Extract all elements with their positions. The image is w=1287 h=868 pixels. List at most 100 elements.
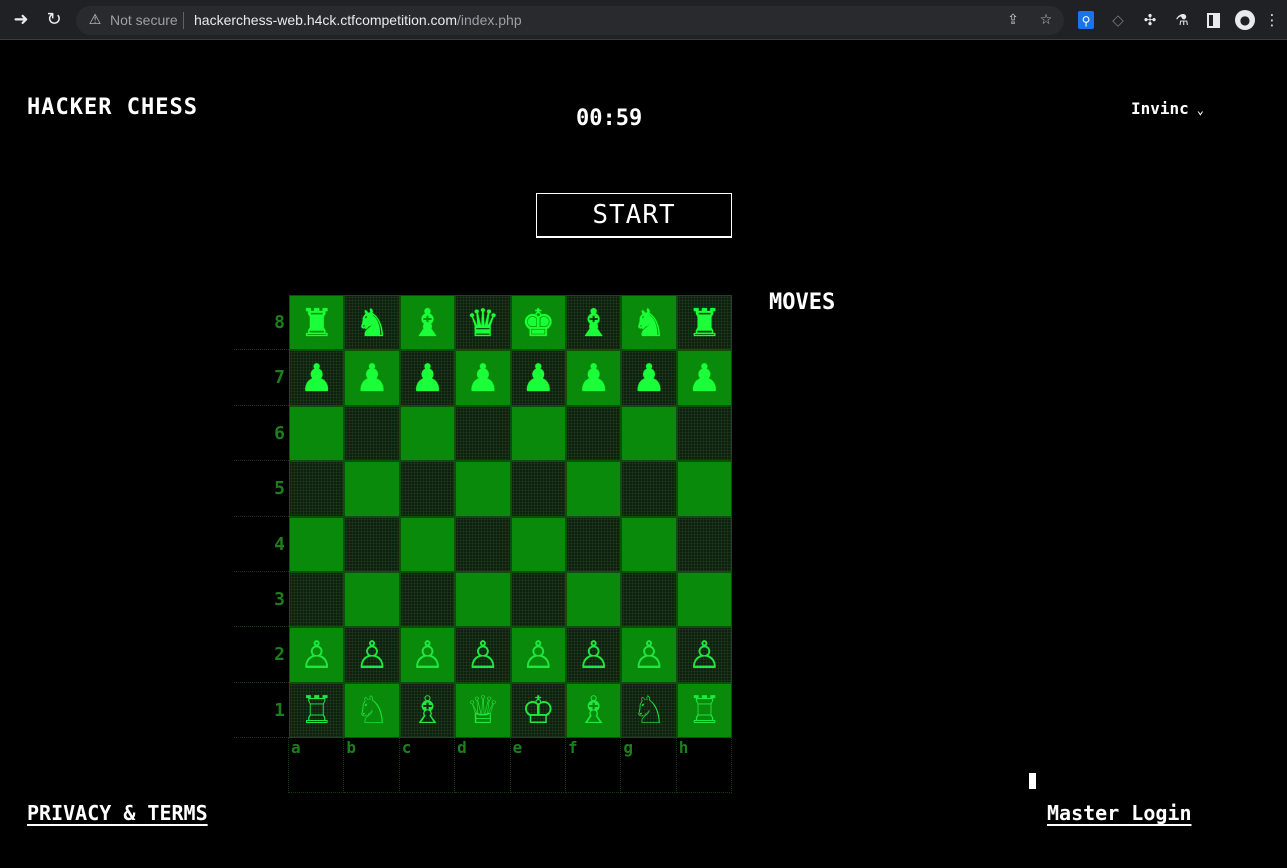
- extension-diamond-icon[interactable]: ◇: [1108, 10, 1128, 30]
- square-a2[interactable]: ♙: [289, 627, 345, 683]
- white-pawn-icon[interactable]: ♙: [300, 636, 334, 674]
- share-icon[interactable]: ⇪: [1004, 11, 1022, 29]
- square-e6[interactable]: [510, 405, 566, 462]
- white-pawn-icon[interactable]: ♙: [466, 636, 500, 674]
- square-b2[interactable]: ♙: [344, 627, 400, 683]
- white-pawn-icon[interactable]: ♙: [687, 636, 721, 674]
- black-pawn-icon[interactable]: ♟: [300, 359, 334, 397]
- square-g3[interactable]: [621, 571, 677, 628]
- reload-icon[interactable]: ↻: [42, 8, 66, 32]
- square-d4[interactable]: [455, 516, 511, 572]
- white-king-icon[interactable]: ♔: [521, 691, 555, 729]
- white-pawn-icon[interactable]: ♙: [577, 636, 611, 674]
- square-g1[interactable]: ♘: [621, 682, 677, 739]
- square-d1[interactable]: ♕: [455, 682, 511, 739]
- square-b8[interactable]: ♞: [344, 295, 400, 351]
- square-a8[interactable]: ♜: [289, 295, 345, 351]
- square-e3[interactable]: [510, 571, 566, 628]
- square-c2[interactable]: ♙: [399, 627, 456, 683]
- square-h3[interactable]: [676, 571, 733, 628]
- square-e4[interactable]: [510, 516, 566, 572]
- white-pawn-icon[interactable]: ♙: [355, 636, 389, 674]
- square-g5[interactable]: [621, 461, 677, 517]
- user-menu[interactable]: Invinc ⌄: [1131, 99, 1204, 118]
- square-h5[interactable]: [676, 461, 733, 517]
- square-f5[interactable]: [565, 461, 622, 517]
- privacy-terms-link[interactable]: PRIVACY & TERMS: [27, 801, 208, 825]
- square-c5[interactable]: [399, 461, 456, 517]
- square-e7[interactable]: ♟: [510, 350, 566, 406]
- square-e5[interactable]: [510, 461, 566, 517]
- start-button[interactable]: START: [536, 193, 732, 238]
- black-king-icon[interactable]: ♚: [521, 304, 555, 342]
- extension-icon[interactable]: ⚲: [1078, 11, 1094, 29]
- square-e2[interactable]: ♙: [510, 627, 566, 683]
- square-d5[interactable]: [455, 461, 511, 517]
- square-f3[interactable]: [565, 571, 622, 628]
- square-c8[interactable]: ♝: [399, 295, 456, 351]
- black-bishop-icon[interactable]: ♝: [577, 304, 611, 342]
- black-pawn-icon[interactable]: ♟: [577, 359, 611, 397]
- black-rook-icon[interactable]: ♜: [300, 304, 334, 342]
- square-a5[interactable]: [289, 461, 345, 517]
- square-d2[interactable]: ♙: [455, 627, 511, 683]
- square-g4[interactable]: [621, 516, 677, 572]
- square-f2[interactable]: ♙: [565, 627, 622, 683]
- bookmark-star-icon[interactable]: ☆: [1037, 11, 1055, 29]
- square-a6[interactable]: [289, 405, 345, 462]
- black-knight-icon[interactable]: ♞: [355, 304, 389, 342]
- square-f6[interactable]: [565, 405, 622, 462]
- menu-kebab-icon[interactable]: ⋮: [1262, 10, 1282, 30]
- square-d7[interactable]: ♟: [455, 350, 511, 406]
- address-bar[interactable]: ⚠ Not secure hackerchess-web.h4ck.ctfcom…: [76, 6, 1064, 35]
- white-rook-icon[interactable]: ♖: [687, 691, 721, 729]
- square-d3[interactable]: [455, 571, 511, 628]
- square-h4[interactable]: [676, 516, 733, 572]
- white-bishop-icon[interactable]: ♗: [577, 691, 611, 729]
- black-pawn-icon[interactable]: ♟: [521, 359, 555, 397]
- labs-flask-icon[interactable]: ⚗: [1172, 10, 1192, 30]
- black-pawn-icon[interactable]: ♟: [632, 359, 666, 397]
- black-bishop-icon[interactable]: ♝: [410, 304, 444, 342]
- square-b7[interactable]: ♟: [344, 350, 400, 406]
- white-pawn-icon[interactable]: ♙: [410, 636, 444, 674]
- square-c4[interactable]: [399, 516, 456, 572]
- forward-arrow-icon[interactable]: ➜: [9, 8, 33, 32]
- square-a3[interactable]: [289, 571, 345, 628]
- square-e8[interactable]: ♚: [510, 295, 566, 351]
- square-c6[interactable]: [399, 405, 456, 462]
- square-h6[interactable]: [676, 405, 733, 462]
- black-pawn-icon[interactable]: ♟: [466, 359, 500, 397]
- square-a1[interactable]: ♖: [289, 682, 345, 739]
- side-panel-icon[interactable]: [1207, 13, 1220, 28]
- square-e1[interactable]: ♔: [510, 682, 566, 739]
- square-h7[interactable]: ♟: [676, 350, 733, 406]
- white-knight-icon[interactable]: ♘: [632, 691, 666, 729]
- white-rook-icon[interactable]: ♖: [300, 691, 334, 729]
- black-pawn-icon[interactable]: ♟: [687, 359, 721, 397]
- white-pawn-icon[interactable]: ♙: [632, 636, 666, 674]
- square-a4[interactable]: [289, 516, 345, 572]
- square-f7[interactable]: ♟: [565, 350, 622, 406]
- square-g7[interactable]: ♟: [621, 350, 677, 406]
- square-g8[interactable]: ♞: [621, 295, 677, 351]
- square-g2[interactable]: ♙: [621, 627, 677, 683]
- security-label[interactable]: Not secure: [110, 12, 178, 28]
- white-knight-icon[interactable]: ♘: [355, 691, 389, 729]
- square-d8[interactable]: ♛: [455, 295, 511, 351]
- square-b4[interactable]: [344, 516, 400, 572]
- square-g6[interactable]: [621, 405, 677, 462]
- white-pawn-icon[interactable]: ♙: [521, 636, 555, 674]
- square-b5[interactable]: [344, 461, 400, 517]
- white-queen-icon[interactable]: ♕: [466, 691, 500, 729]
- warning-icon[interactable]: ⚠: [86, 11, 104, 29]
- square-b1[interactable]: ♘: [344, 682, 400, 739]
- square-a7[interactable]: ♟: [289, 350, 345, 406]
- black-rook-icon[interactable]: ♜: [687, 304, 721, 342]
- white-bishop-icon[interactable]: ♗: [410, 691, 444, 729]
- square-c7[interactable]: ♟: [399, 350, 456, 406]
- square-b6[interactable]: [344, 405, 400, 462]
- square-f8[interactable]: ♝: [565, 295, 622, 351]
- square-f1[interactable]: ♗: [565, 682, 622, 739]
- black-queen-icon[interactable]: ♛: [466, 304, 500, 342]
